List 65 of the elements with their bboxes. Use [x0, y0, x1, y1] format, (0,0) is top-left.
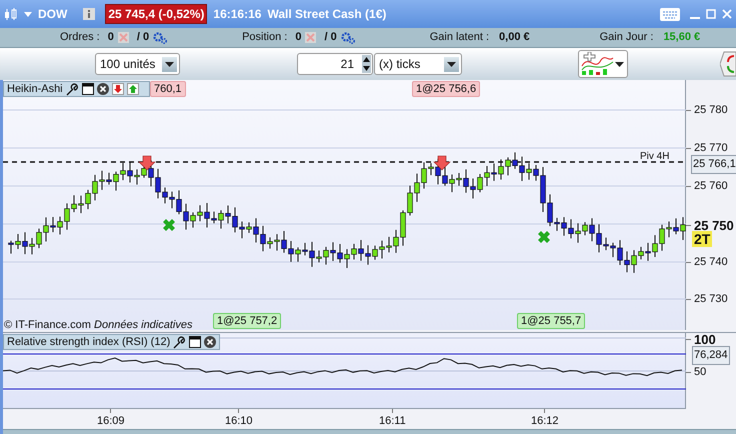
legend-title: Heikin-Ashi — [7, 82, 63, 97]
tick-counter-badge: 2T — [692, 231, 712, 247]
info-icon[interactable] — [83, 8, 96, 20]
close-icon[interactable] — [96, 83, 109, 95]
caret-icon — [615, 62, 624, 66]
count-value: / 0 — [136, 30, 150, 46]
cross-marker-icon — [538, 231, 550, 243]
rsi-tick-label: 100 — [694, 331, 716, 349]
price-marker: 25 766,1 — [691, 155, 736, 174]
caret-icon[interactable] — [24, 12, 32, 16]
cross-marker-icon — [163, 219, 175, 231]
time-label: 16:09 — [97, 414, 125, 429]
quantity-select[interactable]: 100 unités — [95, 53, 180, 75]
rsi-value-marker: 76,284 — [692, 346, 730, 364]
window-icon[interactable] — [189, 336, 202, 348]
field-label: Position : — [242, 30, 288, 46]
price-tick-label: 25 740 — [694, 255, 728, 270]
sell-arrow-icon — [433, 156, 451, 170]
field-label: Gain latent : — [430, 30, 490, 46]
clock-text: 16:16:16 — [213, 6, 262, 23]
candlestick-icon[interactable] — [4, 7, 18, 21]
keyboard-icon[interactable] — [660, 8, 680, 20]
time-label: 16:12 — [531, 414, 559, 429]
instrument-title: Wall Street Cash (1€) — [267, 6, 386, 23]
close-icon[interactable] — [204, 336, 216, 348]
order-label[interactable]: 760,1 — [150, 81, 186, 97]
indicator-chart-icon — [581, 52, 614, 76]
copyright-text: © IT-Finance.com Données indicatives — [4, 318, 192, 333]
amount-value: 0,00 € — [499, 30, 530, 46]
time-label: 16:10 — [225, 414, 253, 429]
order-label[interactable]: 1@25 756,6 — [412, 81, 480, 97]
count-value: / 0 — [324, 30, 337, 46]
field-label: Gain Jour : — [600, 30, 654, 46]
gears-icon[interactable] — [340, 32, 355, 44]
spinner-arrows-icon[interactable] — [362, 55, 371, 73]
time-label: 16:11 — [379, 414, 406, 429]
refresh-arrows-icon[interactable] — [720, 50, 736, 78]
order-label[interactable]: 1@25 755,7 — [517, 313, 586, 329]
price-tick-label: 25 730 — [694, 292, 728, 307]
field-label: Ordres : — [60, 30, 100, 46]
price-tick-label: 25 780 — [694, 103, 728, 118]
wrench-icon[interactable] — [173, 336, 186, 348]
rsi-tick-label: 50 — [694, 365, 706, 380]
price-tick-label: 25 770 — [694, 141, 728, 156]
window-icon[interactable] — [82, 83, 94, 95]
period-spinner[interactable]: 21 — [297, 53, 373, 75]
up-arrow-icon[interactable] — [126, 83, 139, 95]
wrench-icon[interactable] — [66, 82, 79, 96]
gears-icon[interactable] — [153, 32, 168, 44]
pivot-label: Piv 4H — [640, 150, 670, 164]
order-label[interactable]: 1@25 757,2 — [213, 313, 282, 329]
count-value: 0 — [295, 30, 302, 46]
count-value: 0 — [108, 30, 114, 46]
unit-select[interactable]: (x) ticks — [374, 53, 462, 75]
price-tick-label: 25 760 — [694, 179, 728, 194]
indicator-button[interactable] — [578, 50, 628, 78]
down-arrow-icon[interactable] — [112, 83, 124, 95]
amount-value: 15,60 € — [663, 30, 700, 46]
legend-title: Relative strength index (RSI) (12) — [7, 334, 170, 350]
maximize-icon[interactable] — [706, 9, 716, 19]
caret-icon — [447, 62, 456, 66]
price-tick-label: 25 750 — [694, 217, 734, 234]
caret-icon — [165, 62, 174, 66]
quote-badge: 25 745,4 (-0,52%) — [105, 4, 208, 24]
sell-arrow-icon — [138, 156, 156, 170]
